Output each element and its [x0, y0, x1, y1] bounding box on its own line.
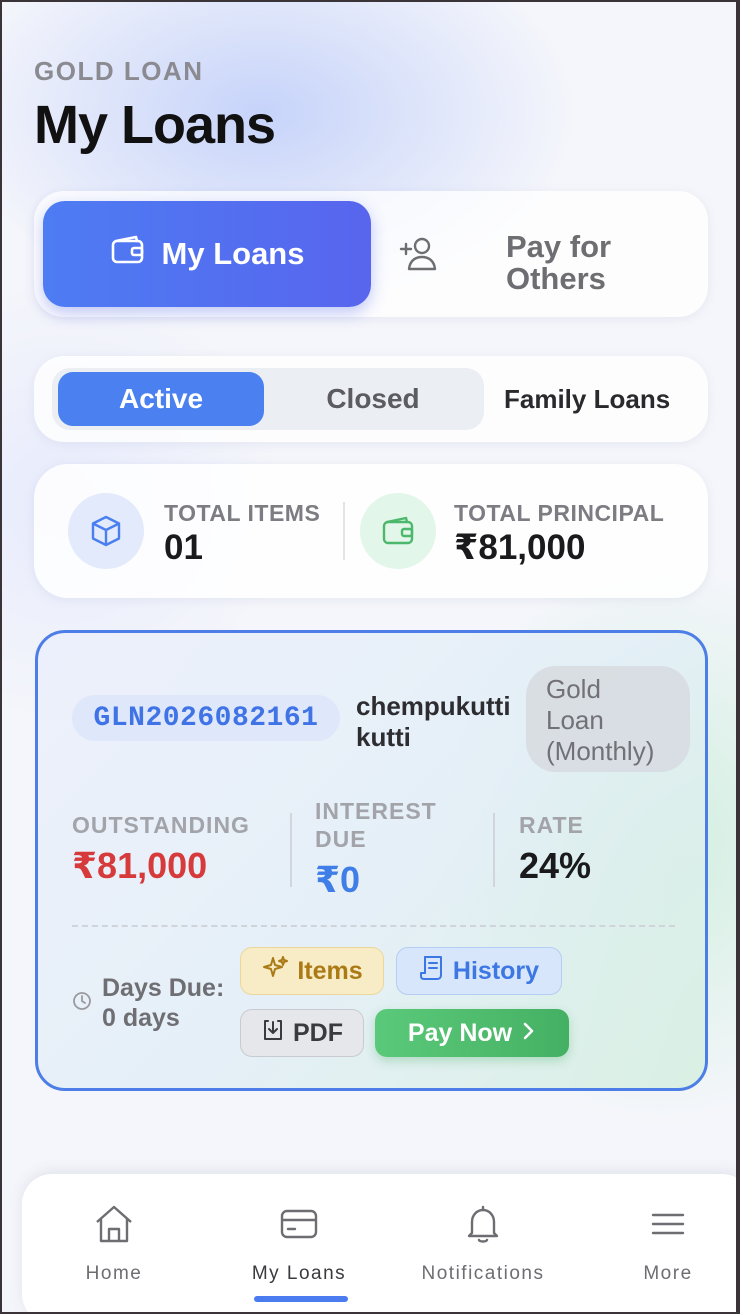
download-icon	[261, 1018, 285, 1049]
wallet-icon	[360, 493, 436, 569]
my-loans-segment[interactable]: My Loans	[43, 201, 371, 307]
days-due-value: 0 days	[102, 1004, 180, 1032]
pdf-button[interactable]: PDF	[240, 1009, 364, 1057]
nav-more[interactable]: More	[588, 1202, 736, 1292]
outstanding-value: ₹81,000	[72, 845, 208, 886]
nav-home[interactable]: Home	[34, 1202, 194, 1292]
total-items-label: TOTAL ITEMS	[164, 500, 321, 526]
pay-for-others-segment[interactable]: Pay for Others	[398, 201, 698, 307]
borrower-name: chempukutti kutti	[356, 691, 511, 752]
nav-active-indicator	[254, 1296, 348, 1302]
items-button-label: Items	[297, 956, 363, 985]
loan-scope-switcher: My Loans Pay for Others	[34, 191, 708, 317]
total-items-value: 01	[164, 528, 203, 567]
stats-divider	[343, 502, 345, 560]
box-icon	[68, 493, 144, 569]
app-screen: GOLD LOAN My Loans My Loans Pay for Othe…	[2, 2, 736, 1312]
bottom-navigation: Home My Loans Notifications More	[22, 1174, 736, 1312]
items-button[interactable]: Items	[240, 947, 384, 995]
summary-stats: TOTAL ITEMS 01 TOTAL PRINCIPAL ₹81,000	[34, 464, 708, 598]
scheme-badge: Gold Loan (Monthly)	[526, 666, 690, 772]
days-due: Days Due: 0 days	[72, 973, 242, 1033]
nav-more-label: More	[643, 1263, 693, 1284]
bell-icon	[461, 1202, 505, 1251]
pdf-button-label: PDF	[293, 1018, 343, 1047]
rate-label: RATE	[519, 812, 584, 838]
clock-icon	[72, 991, 92, 1016]
history-button[interactable]: History	[396, 947, 562, 995]
sparkle-icon	[261, 954, 289, 989]
total-principal-value: ₹81,000	[454, 528, 586, 567]
metric-divider	[290, 813, 292, 887]
rate-value: 24%	[519, 845, 592, 886]
interest-due-label: INTEREST DUE	[315, 798, 437, 852]
interest-due-value: ₹0	[315, 859, 361, 900]
chevron-right-icon	[520, 1019, 536, 1048]
card-divider	[72, 925, 675, 927]
nav-notifications[interactable]: Notifications	[403, 1202, 563, 1292]
pay-for-others-label: Pay for Others	[506, 229, 612, 296]
days-due-label: Days Due:	[102, 974, 225, 1002]
tab-active[interactable]: Active	[58, 372, 264, 426]
loan-id-badge: GLN2026082161	[72, 695, 340, 741]
nav-home-label: Home	[85, 1263, 143, 1284]
tab-family-loans[interactable]: Family Loans	[504, 372, 704, 426]
menu-icon	[646, 1202, 690, 1251]
nav-notifications-label: Notifications	[421, 1263, 545, 1284]
status-tabs: Active Closed Family Loans	[34, 356, 708, 442]
total-principal-label: TOTAL PRINCIPAL	[454, 500, 665, 526]
page-eyebrow: GOLD LOAN	[34, 56, 204, 86]
my-loans-segment-label: My Loans	[161, 236, 305, 271]
add-user-icon	[398, 235, 438, 278]
metric-divider	[493, 813, 495, 887]
pay-now-button-label: Pay Now	[407, 1018, 513, 1047]
nav-my-loans-label: My Loans	[251, 1263, 347, 1284]
home-icon	[92, 1202, 136, 1251]
outstanding-label: OUTSTANDING	[72, 812, 250, 838]
pay-now-button[interactable]: Pay Now	[375, 1009, 569, 1057]
history-button-label: History	[452, 956, 540, 985]
nav-my-loans[interactable]: My Loans	[219, 1202, 379, 1292]
receipt-icon	[419, 954, 445, 989]
loan-card[interactable]: GLN2026082161 chempukutti kutti Gold Loa…	[35, 630, 708, 1091]
card-icon	[277, 1202, 321, 1251]
page-title: My Loans	[34, 95, 276, 155]
tab-closed[interactable]: Closed	[270, 372, 476, 426]
wallet-icon	[110, 235, 146, 273]
